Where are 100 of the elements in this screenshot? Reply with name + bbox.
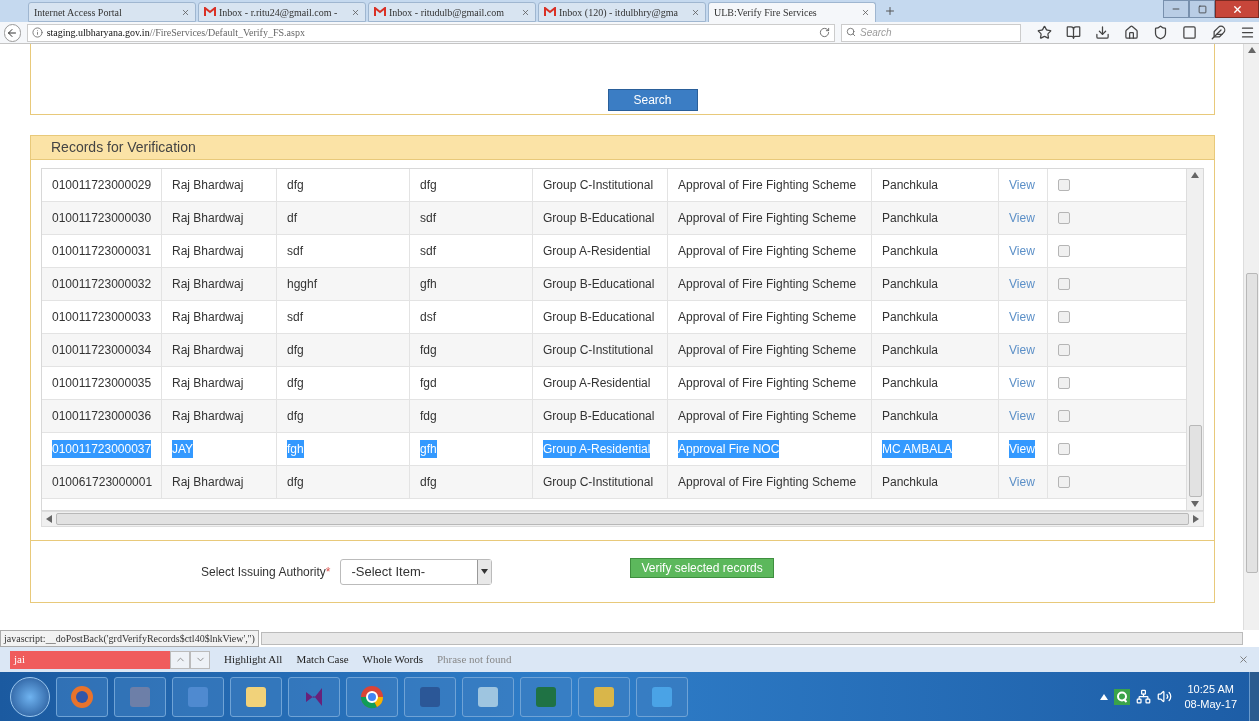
tray-expand-icon[interactable] [1100, 693, 1109, 700]
folder-icon[interactable] [230, 676, 282, 717]
search-button[interactable]: Search [607, 89, 698, 111]
table-cell: Approval Fire NOC [678, 440, 780, 458]
reload-icon[interactable] [819, 27, 830, 38]
tools-icon[interactable] [578, 676, 630, 717]
row-checkbox[interactable] [1058, 278, 1070, 290]
reading-list-icon[interactable] [1066, 25, 1081, 40]
network-icon[interactable] [1136, 689, 1152, 704]
scroll-left-arrow[interactable] [46, 515, 52, 523]
view-link[interactable]: View [1009, 275, 1035, 293]
row-checkbox[interactable] [1058, 344, 1070, 356]
browser-tab[interactable]: ULB:Verify Fire Services [708, 2, 876, 22]
search-field[interactable]: Search [841, 23, 1021, 42]
extension-icon[interactable] [1182, 25, 1197, 40]
close-button[interactable] [1215, 0, 1259, 18]
row-checkbox[interactable] [1058, 212, 1070, 224]
table-cell-text: hgghf [287, 276, 318, 293]
close-icon[interactable] [351, 7, 360, 17]
view-link[interactable]: View [1009, 242, 1035, 260]
download-icon[interactable] [1095, 25, 1110, 40]
word-icon[interactable] [404, 676, 456, 717]
address-field[interactable]: staging.ulbharyana.gov.in//FireServices/Default_Verify_FS.aspx [26, 23, 835, 42]
horizontal-scrollbar[interactable] [260, 632, 1243, 645]
find-previous-button[interactable] [170, 650, 190, 669]
find-option[interactable]: Whole Words [362, 651, 423, 668]
find-field[interactable]: jai [10, 650, 170, 669]
find-option[interactable]: Match Case [296, 651, 349, 668]
view-link[interactable]: View [1009, 341, 1035, 359]
row-checkbox[interactable] [1058, 443, 1070, 455]
home-icon[interactable] [1124, 25, 1139, 40]
row-checkbox[interactable] [1058, 410, 1070, 422]
browser-icon[interactable] [56, 676, 108, 717]
row-checkbox[interactable] [1058, 377, 1070, 389]
monitor-icon[interactable] [636, 676, 688, 717]
view-link[interactable]: View [1009, 407, 1035, 425]
table-cell-text: Approval of Fire Fighting Scheme [678, 375, 857, 392]
feather-icon[interactable] [1211, 25, 1226, 40]
view-link[interactable]: View [1009, 308, 1035, 326]
chrome-icon[interactable] [346, 676, 398, 717]
show-desktop-button[interactable] [1249, 672, 1259, 721]
close-icon[interactable] [181, 7, 190, 17]
scroll-down-arrow[interactable] [1191, 501, 1199, 507]
authority-dropdown[interactable]: -Select Item- [340, 558, 493, 585]
info-icon[interactable] [31, 27, 43, 38]
scroll-thumb[interactable] [1245, 273, 1258, 573]
verify-button[interactable]: Verify selected records [630, 557, 774, 578]
view-link[interactable]: View [1009, 374, 1035, 392]
find-option[interactable]: Highlight All [224, 651, 283, 668]
view-link[interactable]: View [1009, 473, 1035, 491]
table-cell-text: Raj Bhardwaj [172, 276, 244, 293]
visual-studio-icon[interactable] [288, 676, 340, 717]
menu-icon[interactable] [1240, 25, 1255, 40]
clock[interactable]: 10:25 AM 08-May-17 [1178, 681, 1243, 712]
shield-icon[interactable] [1153, 25, 1168, 40]
scroll-right-arrow[interactable] [1193, 515, 1199, 523]
chart-document-icon[interactable] [172, 676, 224, 717]
table-cell-text: Panchkula [882, 243, 939, 260]
table-cell-text: dfg [287, 177, 304, 194]
table-cell-text: fgd [420, 375, 437, 392]
field-label: Select Issuing Authority* [201, 563, 331, 581]
row-checkbox[interactable] [1058, 179, 1070, 191]
view-link[interactable]: View [1009, 209, 1035, 227]
scroll-thumb[interactable] [1188, 425, 1202, 497]
view-link[interactable]: View [1009, 176, 1035, 194]
find-next-button[interactable] [190, 650, 210, 669]
volume-icon[interactable] [1157, 689, 1173, 704]
browser-tab[interactable]: Inbox (120) - itdulbhry@gma [538, 2, 706, 22]
close-icon[interactable] [1238, 654, 1249, 665]
row-checkbox[interactable] [1058, 311, 1070, 323]
notepad-icon[interactable] [462, 676, 514, 717]
horizontal-scrollbar[interactable] [41, 511, 1204, 527]
close-icon[interactable] [861, 8, 870, 17]
minimize-button[interactable] [1163, 0, 1189, 18]
browser-tab[interactable]: Inbox - r.ritu24@gmail.com - [198, 2, 366, 22]
tab-title: Inbox (120) - itdulbhry@gma [559, 5, 679, 20]
tray-app-icon[interactable] [1114, 688, 1131, 705]
excel-icon[interactable] [520, 676, 572, 717]
vertical-scrollbar[interactable] [1186, 169, 1203, 510]
table-cell-text: df [287, 210, 297, 227]
maximize-button[interactable] [1189, 0, 1215, 18]
scroll-up-arrow[interactable] [1191, 172, 1199, 178]
page-scrollbar[interactable] [1243, 44, 1259, 630]
row-checkbox[interactable] [1058, 245, 1070, 257]
table-cell-text: dsf [420, 309, 436, 326]
row-checkbox[interactable] [1058, 476, 1070, 488]
browser-tab[interactable]: Internet Access Portal [28, 2, 196, 22]
start-button[interactable] [10, 676, 50, 717]
caret-icon [481, 569, 489, 574]
scroll-up-arrow[interactable] [1247, 47, 1256, 53]
close-icon[interactable] [521, 7, 530, 17]
close-icon[interactable] [691, 7, 700, 17]
scroll-thumb[interactable] [56, 513, 1189, 525]
star-icon[interactable] [1037, 25, 1052, 40]
document-icon[interactable] [114, 676, 166, 717]
back-button[interactable] [4, 23, 21, 42]
new-tab-icon[interactable] [884, 5, 896, 17]
view-link[interactable]: View [1009, 440, 1035, 458]
table-cell-text: Panchkula [882, 375, 939, 392]
browser-tab[interactable]: Inbox - ritudulb@gmail.com [368, 2, 536, 22]
